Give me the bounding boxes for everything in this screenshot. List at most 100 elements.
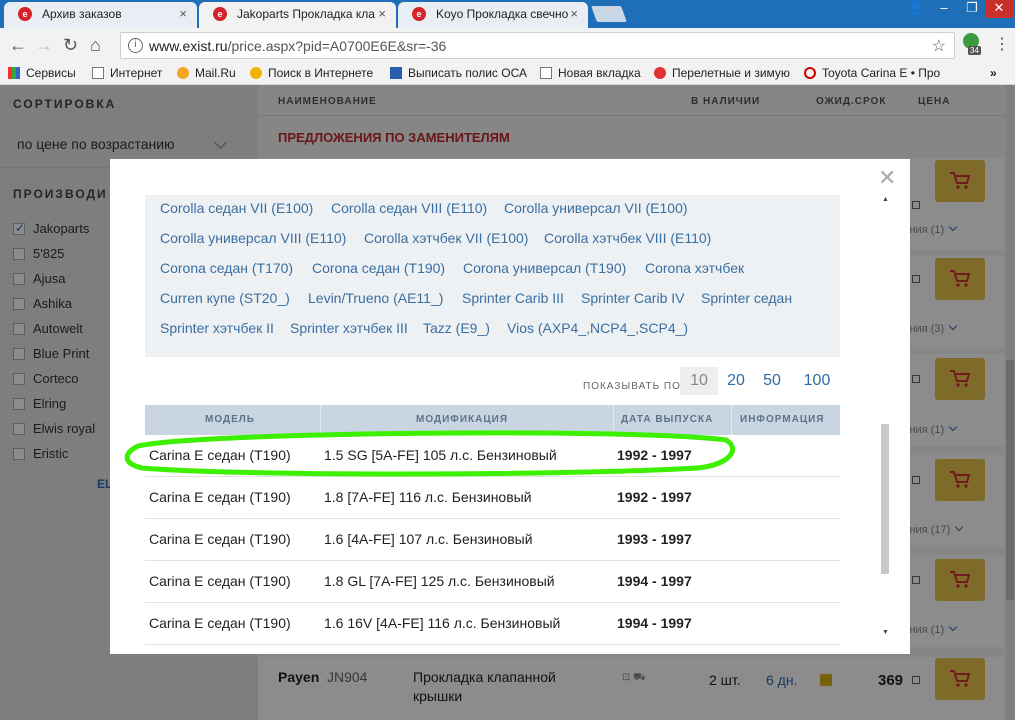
address-bar: ← → ↻ ⌂ i www.exist.ru/price.aspx?pid=A0… [0,28,1015,63]
minimize-icon[interactable]: – [930,0,958,18]
tab-orders-archive[interactable]: e Архив заказов × [4,2,197,28]
bookmark-star-icon[interactable]: ☆ [932,36,946,56]
tab-koyo[interactable]: e Koyo Прокладка свечно × [398,2,588,28]
bookmark-osago[interactable]: Выписать полис ОСА [390,66,527,80]
bookmark-toyota[interactable]: Toyota Carina E • Про [804,66,940,80]
bookmarks-more-button[interactable]: » [990,66,997,80]
cell-model: Carina E седан (T190) [149,615,291,631]
url-domain: www.exist.ru [149,38,228,54]
model-link[interactable]: Corolla седан VII (E100) [160,200,313,216]
model-link[interactable]: Corolla седан VIII (E110) [331,200,487,216]
cell-years: 1994 - 1997 [617,573,692,589]
modal-scrollbar[interactable]: ▲ ▼ [880,194,890,636]
close-tab-icon[interactable]: × [570,6,578,21]
model-link[interactable]: Sprinter хэтчбек III [290,320,408,336]
page-size-option[interactable]: 100 [798,367,836,395]
close-icon[interactable]: ✕ [878,167,896,189]
model-link[interactable]: Corolla универсал VII (E100) [504,200,688,216]
url-path: /price.aspx?pid=A0700E6E&sr=-36 [227,38,447,54]
header-date: ДАТА ВЫПУСКА [621,414,714,425]
scroll-up-icon[interactable]: ▲ [882,196,889,203]
maximize-icon[interactable]: ❐ [958,0,986,18]
drive2-icon [804,67,816,79]
reload-icon[interactable]: ↻ [63,36,78,54]
model-link[interactable]: Curren купе (ST20_) [160,290,290,306]
model-link[interactable]: Tazz (E9_) [423,320,490,336]
tab-jakoparts[interactable]: e Jakoparts Прокладка кла × [199,2,396,28]
scroll-thumb[interactable] [881,424,889,574]
model-link[interactable]: Sprinter Carib IV [581,290,684,306]
cell-years: 1992 - 1997 [617,489,692,505]
page-icon [92,67,104,79]
page-size-label: ПОКАЗЫВАТЬ ПО: [583,381,685,392]
url-field[interactable]: i www.exist.ru/price.aspx?pid=A0700E6E&s… [120,32,955,59]
bookmark-search[interactable]: Поиск в Интернете [250,66,373,80]
applicability-modal: ✕ ▲ ▼ Corolla седан VII (E100) Corolla с… [110,159,910,654]
model-link[interactable]: Sprinter хэтчбек II [160,320,274,336]
tab-bar: e Архив заказов × e Jakoparts Прокладка … [0,0,1015,28]
cell-modification: 1.6 [4A-FE] 107 л.с. Бензиновый [324,531,533,547]
model-link[interactable]: Corona седан (T190) [312,260,445,276]
model-link[interactable]: Corolla хэтчбек VIII (E110) [544,230,711,246]
scroll-down-icon[interactable]: ▼ [882,629,889,636]
cell-years: 1993 - 1997 [617,531,692,547]
model-links-panel: Corolla седан VII (E100) Corolla седан V… [145,195,840,357]
model-link[interactable]: Levin/Trueno (AE11_) [308,290,443,306]
new-tab-button[interactable] [591,6,627,22]
cell-model: Carina E седан (T190) [149,531,291,547]
model-link[interactable]: Corolla хэтчбек VII (E100) [364,230,528,246]
close-window-icon[interactable]: ✕ [985,0,1013,18]
tab-title: Архив заказов [42,7,122,21]
bookmark-services[interactable]: Сервисы [8,66,76,80]
mailru-icon [177,67,189,79]
bookmark-internet[interactable]: Интернет [92,66,162,80]
model-link[interactable]: Corona универсал (T190) [463,260,626,276]
table-row[interactable]: Carina E седан (T190) 1.8 GL [7A-FE] 125 … [145,561,840,603]
highlight-marker [124,430,735,477]
extension-badge: 34 [968,46,981,55]
model-link[interactable]: Sprinter седан [701,290,792,306]
model-link[interactable]: Corona седан (T170) [160,260,293,276]
forward-icon[interactable]: → [35,36,53,54]
apps-grid-icon [8,67,20,79]
shield-icon [390,67,402,79]
bookmark-mailru[interactable]: Mail.Ru [177,66,236,80]
page-size-option[interactable]: 50 [758,367,786,395]
search-icon [250,67,262,79]
exist-favicon-icon: e [412,7,426,21]
exist-favicon-icon: e [213,7,227,21]
page-size-option[interactable]: 10 [680,367,718,395]
cell-modification: 1.6 16V [4A-FE] 116 л.с. Бензиновый [324,615,561,631]
table-row[interactable]: Carina E седан (T190) 1.6 [4A-FE] 107 л.с… [145,519,840,561]
header-modification: МОДИФИКАЦИЯ [416,414,509,425]
info-icon[interactable]: i [128,38,143,53]
bookmark-new-tab[interactable]: Новая вкладка [540,66,641,80]
tab-title: Koyo Прокладка свечно [436,7,569,21]
cell-model: Carina E седан (T190) [149,489,291,505]
exist-favicon-icon: e [18,7,32,21]
page-icon [540,67,552,79]
model-link[interactable]: Sprinter Carib III [462,290,564,306]
page-size-option[interactable]: 20 [722,367,750,395]
header-model: МОДЕЛЬ [205,414,255,425]
close-tab-icon[interactable]: × [378,6,386,21]
cell-modification: 1.8 [7A-FE] 116 л.с. Бензиновый [324,489,532,505]
bookmarks-bar: Сервисы Интернет Mail.Ru Поиск в Интерне… [0,63,1015,85]
bird-icon [654,67,666,79]
menu-icon[interactable]: ⋮ [994,34,1010,54]
home-icon[interactable]: ⌂ [90,36,101,54]
back-icon[interactable]: ← [9,36,27,54]
table-row[interactable]: Carina E седан (T190) 1.8 [7A-FE] 116 л.с… [145,477,840,519]
model-link[interactable]: Corona хэтчбек [645,260,744,276]
header-info: ИНФОРМАЦИЯ [740,414,825,425]
user-icon[interactable]: 👤 [902,0,930,18]
model-link[interactable]: Vios (AXP4_,NCP4_,SCP4_) [507,320,688,336]
cell-modification: 1.8 GL [7A-FE] 125 л.с. Бензиновый [324,573,555,589]
cell-years: 1994 - 1997 [617,615,692,631]
tab-title: Jakoparts Прокладка кла [237,7,375,21]
table-row[interactable]: Carina E седан (T190) 1.6 16V [4A-FE] 116… [145,603,840,645]
bookmark-birds[interactable]: Перелетные и зимую [654,66,790,80]
model-link[interactable]: Corolla универсал VIII (E110) [160,230,346,246]
cell-model: Carina E седан (T190) [149,573,291,589]
close-tab-icon[interactable]: × [179,6,187,21]
